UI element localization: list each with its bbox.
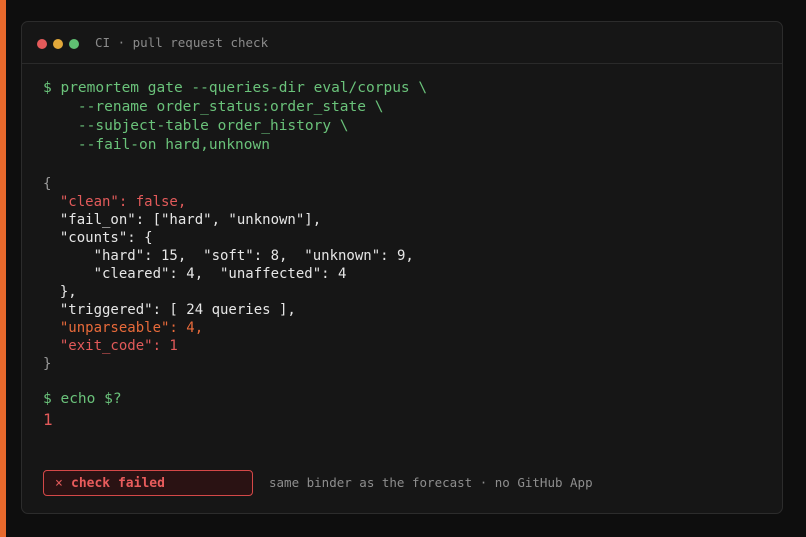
command-line-3: --subject-table order_history \ [43,118,349,134]
terminal-window: CI · pull request check $ premortem gate… [21,21,783,514]
json-exit-code: "exit_code": 1 [43,338,178,354]
terminal-output: $ premortem gate --queries-dir eval/corp… [43,22,427,429]
json-counts-line-1: "hard": 15, "soft": 8, "unknown": 9, [43,248,414,264]
command-line-4: --fail-on hard,unknown [43,137,270,153]
echo-command: $ echo $? [43,391,122,407]
json-counts-close: }, [43,284,77,300]
json-fail-on: "fail_on": ["hard", "unknown"], [43,212,322,228]
json-triggered: "triggered": [ 24 queries ], [43,302,296,318]
command-line-2: --rename order_status:order_state \ [43,99,384,115]
json-unparseable: "unparseable": 4, [43,320,204,336]
json-clean: "clean": false, [43,194,187,210]
title-bar: CI · pull request check [22,22,782,64]
footnote: same binder as the forecast · no GitHub … [269,475,593,490]
status-label: check failed [71,476,165,491]
exit-code-result: 1 [43,410,53,429]
json-close-brace: } [43,356,52,372]
window-title: CI · pull request check [95,35,269,50]
json-counts-line-2: "cleared": 4, "unaffected": 4 [43,266,347,282]
json-open-brace: { [43,176,52,192]
status-badge: × check failed [43,470,253,496]
x-icon: × [55,476,63,491]
command-line-1: $ premortem gate --queries-dir eval/corp… [43,80,428,96]
accent-bar [0,0,6,537]
json-counts-open: "counts": { [43,230,153,246]
